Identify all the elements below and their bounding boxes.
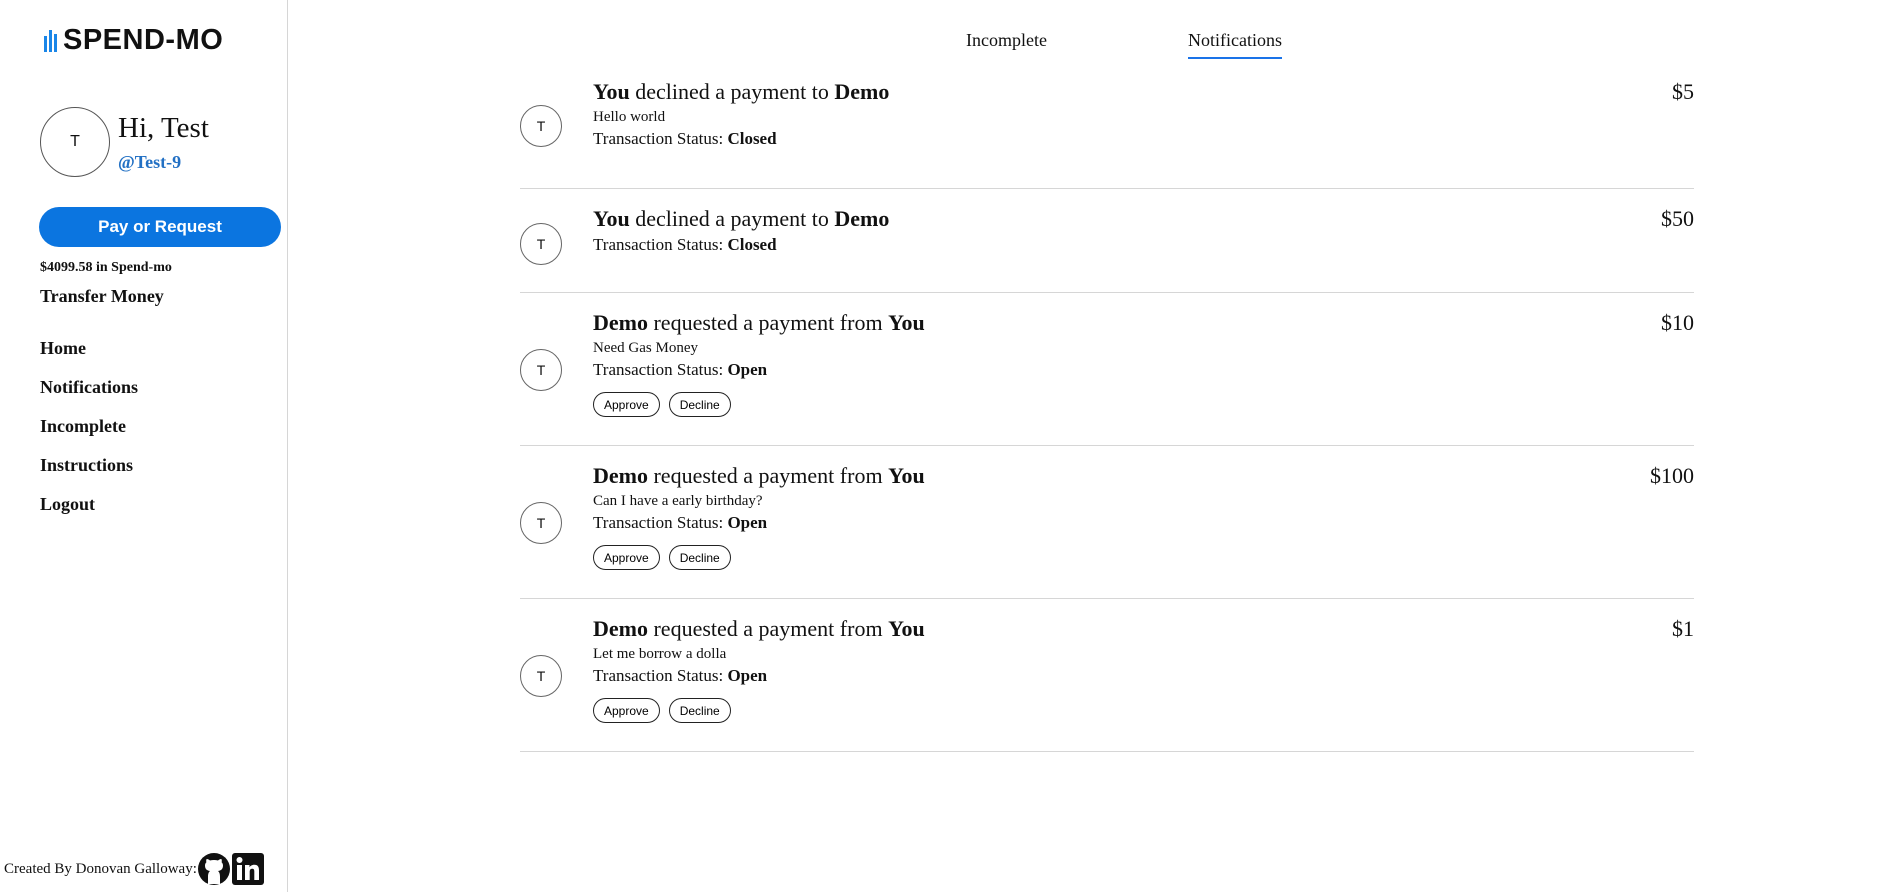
status-label: Transaction Status: <box>593 666 724 685</box>
avatar: T <box>520 105 562 147</box>
request-actions: Approve Decline <box>593 545 925 570</box>
notification-content: Demo requested a payment from You Need G… <box>593 309 925 417</box>
amount: $10 <box>1661 310 1694 335</box>
avatar: T <box>520 502 562 544</box>
notification-headline: You declined a payment to Demo <box>593 205 889 233</box>
approve-button[interactable]: Approve <box>593 698 660 723</box>
target: Demo <box>834 206 890 231</box>
verb: declined a payment to <box>635 206 829 231</box>
amount: $50 <box>1661 206 1694 231</box>
notification-headline: Demo requested a payment from You <box>593 462 925 490</box>
actor: You <box>593 79 630 104</box>
transaction-status: Transaction Status: Closed <box>593 233 889 257</box>
logo[interactable]: SPEND-MO <box>44 24 223 57</box>
avatar: T <box>520 349 562 391</box>
notification-headline: Demo requested a payment from You <box>593 309 925 337</box>
user-handle: @Test-9 <box>118 152 182 172</box>
linkedin-icon[interactable] <box>231 852 265 886</box>
verb: requested a payment from <box>653 616 883 641</box>
actor: Demo <box>593 463 648 488</box>
notification-content: You declined a payment to Demo Hello wor… <box>593 78 889 151</box>
notification-content: Demo requested a payment from You Let me… <box>593 615 925 723</box>
status-label: Transaction Status: <box>593 235 724 254</box>
notification-headline: Demo requested a payment from You <box>593 615 925 643</box>
sidebar: SPEND-MO T Hi, Test @Test-9 Pay or Reque… <box>0 0 288 892</box>
approve-button[interactable]: Approve <box>593 392 660 417</box>
actor: Demo <box>593 310 648 335</box>
amount: $1 <box>1672 616 1694 641</box>
target: You <box>888 463 925 488</box>
notification-row: T You declined a payment to Demo Hello w… <box>520 72 1694 189</box>
status-value: Closed <box>727 235 777 254</box>
status-label: Transaction Status: <box>593 513 724 532</box>
verb: declined a payment to <box>635 79 829 104</box>
footer: Created By Donovan Galloway: <box>4 852 265 886</box>
actor: You <box>593 206 630 231</box>
status-label: Transaction Status: <box>593 360 724 379</box>
pay-or-request-button[interactable]: Pay or Request <box>39 207 281 247</box>
status-value: Open <box>727 360 768 379</box>
request-actions: Approve Decline <box>593 698 925 723</box>
nav-item-instructions[interactable]: Instructions <box>40 455 138 494</box>
brand-name: SPEND-MO <box>63 24 224 56</box>
notification-content: You declined a payment to Demo Transacti… <box>593 205 889 257</box>
notification-list: T You declined a payment to Demo Hello w… <box>520 72 1694 752</box>
nav-item-logout[interactable]: Logout <box>40 494 138 533</box>
avatar: T <box>520 655 562 697</box>
notification-row: T You declined a payment to Demo Transac… <box>520 189 1694 293</box>
target: You <box>888 616 925 641</box>
amount: $5 <box>1672 79 1694 104</box>
request-actions: Approve Decline <box>593 392 925 417</box>
nav-item-home[interactable]: Home <box>40 338 138 377</box>
amount: $100 <box>1650 463 1694 488</box>
notification-row: T Demo requested a payment from You Need… <box>520 293 1694 446</box>
nav-item-incomplete[interactable]: Incomplete <box>40 416 138 455</box>
status-value: Closed <box>727 129 777 148</box>
transaction-status: Transaction Status: Closed <box>593 127 889 151</box>
verb: requested a payment from <box>653 463 883 488</box>
tab-notifications[interactable]: Notifications <box>1188 30 1282 59</box>
avatar: T <box>520 223 562 265</box>
github-icon[interactable] <box>197 852 231 886</box>
target: You <box>888 310 925 335</box>
notification-note: Can I have a early birthday? <box>593 493 763 509</box>
nav-item-notifications[interactable]: Notifications <box>40 377 138 416</box>
greeting: Hi, Test <box>118 112 209 144</box>
transaction-status: Transaction Status: Open <box>593 664 925 688</box>
tab-incomplete[interactable]: Incomplete <box>966 30 1047 57</box>
balance: $4099.58 in Spend-mo <box>40 260 172 275</box>
decline-button[interactable]: Decline <box>668 392 731 417</box>
decline-button[interactable]: Decline <box>668 545 731 570</box>
notification-content: Demo requested a payment from You Can I … <box>593 462 925 570</box>
decline-button[interactable]: Decline <box>668 698 731 723</box>
notification-note: Let me borrow a dolla <box>593 646 727 662</box>
notification-note: Hello world <box>593 109 666 125</box>
footer-credit: Created By Donovan Galloway: <box>4 860 197 877</box>
notification-note: Need Gas Money <box>593 340 698 356</box>
actor: Demo <box>593 616 648 641</box>
nav-menu: Home Notifications Incomplete Instructio… <box>40 338 138 533</box>
target: Demo <box>834 79 890 104</box>
notification-headline: You declined a payment to Demo <box>593 78 889 106</box>
transaction-status: Transaction Status: Open <box>593 511 925 535</box>
status-label: Transaction Status: <box>593 129 724 148</box>
approve-button[interactable]: Approve <box>593 545 660 570</box>
verb: requested a payment from <box>653 310 883 335</box>
status-value: Open <box>727 513 768 532</box>
notification-row: T Demo requested a payment from You Can … <box>520 446 1694 599</box>
logo-bars-icon <box>44 29 57 52</box>
notification-row: T Demo requested a payment from You Let … <box>520 599 1694 752</box>
transaction-status: Transaction Status: Open <box>593 358 925 382</box>
status-value: Open <box>727 666 768 685</box>
transfer-money-link[interactable]: Transfer Money <box>40 286 164 307</box>
avatar: T <box>40 107 110 177</box>
